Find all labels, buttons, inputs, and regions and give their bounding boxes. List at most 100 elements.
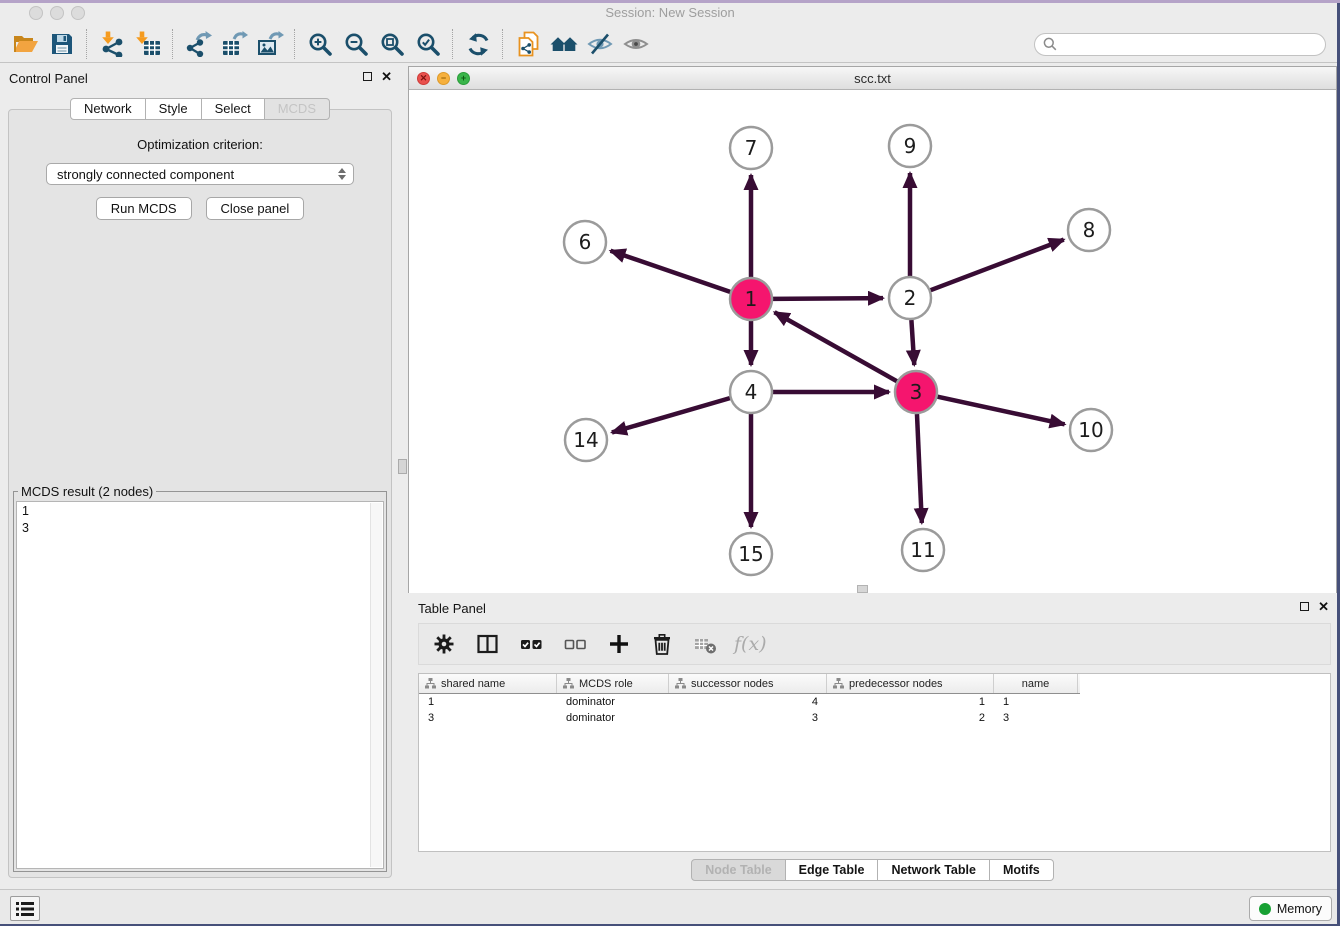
graph-edge-2-3[interactable] — [911, 320, 914, 365]
graph-node-8[interactable]: 8 — [1068, 209, 1110, 251]
zoom-fit-button[interactable] — [374, 27, 410, 61]
table-row[interactable]: 3dominator323 — [419, 710, 1330, 726]
column-header-successor-nodes[interactable]: successor nodes — [669, 674, 827, 693]
tab-motifs[interactable]: Motifs — [990, 859, 1054, 881]
graph-edge-3-10[interactable] — [937, 397, 1064, 425]
export-network-button[interactable] — [180, 27, 216, 61]
tab-node-table[interactable]: Node Table — [691, 859, 785, 881]
delete-column-button[interactable] — [651, 633, 673, 656]
app-window-title: Session: New Session — [0, 5, 1340, 20]
table-cell[interactable]: 2 — [827, 712, 994, 724]
open-session-button[interactable] — [8, 27, 44, 61]
list-icon — [15, 900, 35, 918]
optimization-criterion-select[interactable]: strongly connected component — [46, 163, 354, 185]
save-session-button[interactable] — [44, 27, 80, 61]
node-table[interactable]: shared nameMCDS rolesuccessor nodesprede… — [418, 673, 1331, 852]
zoom-in-icon — [308, 32, 333, 57]
graph-node-14[interactable]: 14 — [565, 419, 607, 461]
graph-node-15[interactable]: 15 — [730, 533, 772, 575]
column-header-shared-name[interactable]: shared name — [419, 674, 557, 693]
hide-graphics-details-button[interactable] — [582, 27, 618, 61]
import-table-button[interactable] — [130, 27, 166, 61]
float-table-panel-icon[interactable] — [1300, 602, 1309, 611]
search-icon — [1043, 37, 1057, 51]
search-field[interactable] — [1034, 33, 1326, 56]
close-panel-button[interactable]: Close panel — [206, 197, 305, 220]
graph-edge-1-2[interactable] — [773, 298, 883, 299]
tab-network[interactable]: Network — [70, 98, 146, 120]
table-cell[interactable]: 1 — [827, 696, 994, 708]
network-file-button[interactable] — [510, 27, 546, 61]
control-panel-title: Control Panel — [9, 71, 88, 86]
table-cell[interactable]: 3 — [419, 712, 557, 724]
zoom-selected-icon — [416, 32, 441, 57]
graph-edge-2-8[interactable] — [931, 240, 1064, 291]
graph-node-4[interactable]: 4 — [730, 371, 772, 413]
table-cell[interactable]: 1 — [419, 696, 557, 708]
graph-node-7[interactable]: 7 — [730, 127, 772, 169]
close-panel-icon[interactable]: ✕ — [381, 71, 392, 82]
panel-splitter-handle[interactable] — [398, 459, 407, 474]
run-mcds-button[interactable]: Run MCDS — [96, 197, 192, 220]
graph-node-11[interactable]: 11 — [902, 529, 944, 571]
result-scrollbar[interactable] — [370, 503, 382, 867]
column-view-button[interactable] — [476, 633, 499, 655]
graph-edge-3-1[interactable] — [775, 312, 897, 381]
network-window-titlebar[interactable]: ✕ − + scc.txt — [409, 67, 1336, 90]
task-history-button[interactable] — [10, 896, 40, 921]
table-row[interactable]: 1dominator411 — [419, 694, 1330, 710]
close-table-panel-icon[interactable]: ✕ — [1318, 601, 1329, 612]
network-canvas[interactable]: 7 9 6 8 1 2 4 3 14 10 15 11 — [409, 90, 1336, 593]
tab-style[interactable]: Style — [146, 98, 202, 120]
tab-network-table[interactable]: Network Table — [878, 859, 990, 881]
column-header-name[interactable]: name — [994, 674, 1078, 693]
network-close-button[interactable]: ✕ — [417, 72, 430, 85]
graph-edge-3-11[interactable] — [917, 414, 922, 523]
memory-button[interactable]: Memory — [1249, 896, 1332, 921]
home-button[interactable] — [546, 27, 582, 61]
table-cell[interactable]: 3 — [994, 712, 1078, 724]
svg-text:2: 2 — [904, 286, 917, 310]
table-cell[interactable]: 3 — [669, 712, 827, 724]
graph-node-1[interactable]: 1 — [730, 278, 772, 320]
graph-edge-1-6[interactable] — [611, 251, 731, 292]
tab-select[interactable]: Select — [202, 98, 265, 120]
graph-node-2[interactable]: 2 — [889, 277, 931, 319]
graph-node-10[interactable]: 10 — [1070, 409, 1112, 451]
table-cell[interactable]: dominator — [557, 696, 669, 708]
search-input[interactable] — [1061, 36, 1317, 52]
mcds-panel: Optimization criterion: strongly connect… — [8, 109, 392, 878]
column-header-mcds-role[interactable]: MCDS role — [557, 674, 669, 693]
export-image-button[interactable] — [252, 27, 288, 61]
network-zoom-button[interactable]: + — [457, 72, 470, 85]
column-tree-icon — [675, 678, 686, 689]
zoom-selected-button[interactable] — [410, 27, 446, 61]
graph-edge-4-14[interactable] — [612, 398, 730, 432]
apply-layout-button[interactable] — [460, 27, 496, 61]
tab-edge-table[interactable]: Edge Table — [786, 859, 879, 881]
table-cell[interactable]: 1 — [994, 696, 1078, 708]
import-network-button[interactable] — [94, 27, 130, 61]
graph-node-3[interactable]: 3 — [895, 371, 937, 413]
export-table-button[interactable] — [216, 27, 252, 61]
float-panel-icon[interactable] — [363, 72, 372, 81]
deselect-all-columns-button[interactable] — [564, 633, 587, 655]
table-cell[interactable]: 4 — [669, 696, 827, 708]
zoom-out-button[interactable] — [338, 27, 374, 61]
network-minimize-button[interactable]: − — [437, 72, 450, 85]
table-settings-button[interactable] — [433, 633, 455, 655]
select-all-columns-button[interactable] — [520, 633, 543, 655]
tab-mcds[interactable]: MCDS — [265, 98, 330, 120]
graph-node-6[interactable]: 6 — [564, 221, 606, 263]
refresh-icon — [466, 32, 491, 57]
table-cell[interactable]: dominator — [557, 712, 669, 724]
column-header-predecessor-nodes[interactable]: predecessor nodes — [827, 674, 994, 693]
zoom-out-icon — [344, 32, 369, 57]
graph-node-9[interactable]: 9 — [889, 125, 931, 167]
show-graphics-details-button[interactable] — [618, 27, 654, 61]
zoom-in-button[interactable] — [302, 27, 338, 61]
add-column-button[interactable] — [608, 633, 630, 655]
import-network-icon — [99, 31, 125, 57]
table-toolbar: f(x) — [418, 623, 1331, 665]
network-table-splitter-handle[interactable] — [857, 585, 868, 593]
